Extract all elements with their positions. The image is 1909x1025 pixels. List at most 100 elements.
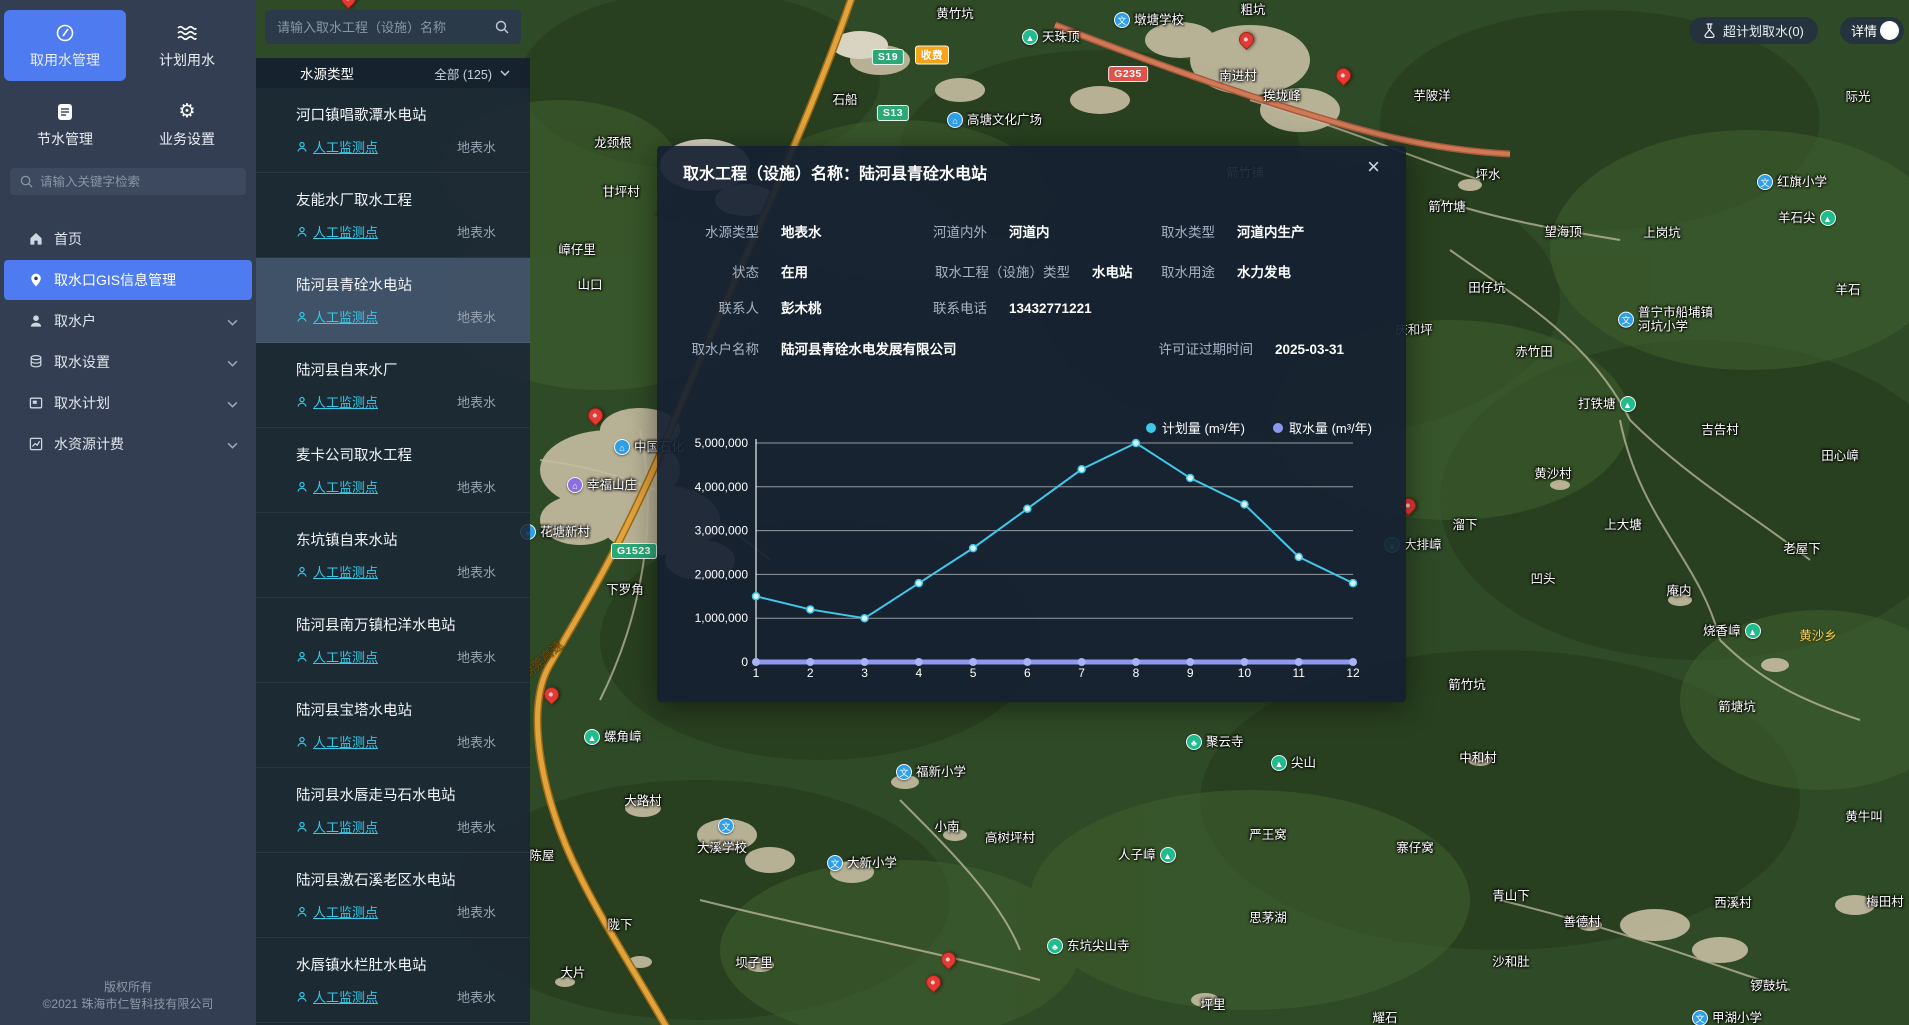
map-label: 赤竹田 bbox=[1515, 345, 1553, 359]
manual-monitor-link[interactable]: 人工监测点 bbox=[296, 137, 378, 156]
chevron-down-icon bbox=[227, 395, 238, 411]
app-tile-settings[interactable]: ⚙ 业务设置 bbox=[126, 89, 248, 160]
station-name: 陆河县激石溪老区水电站 bbox=[296, 869, 496, 890]
overplan-intake-button[interactable]: 超计划取水(0) bbox=[1689, 17, 1818, 44]
map-label: 烧香嶂▲ bbox=[1703, 623, 1761, 639]
home-icon bbox=[28, 231, 44, 247]
keyword-search-input[interactable] bbox=[40, 175, 236, 189]
sidebar-item-1[interactable]: 取水口GIS信息管理 bbox=[4, 260, 252, 300]
sidebar-item-0[interactable]: 首页 bbox=[4, 219, 252, 259]
map-label: ▲天珠顶 bbox=[1022, 29, 1080, 45]
map-label: 山口 bbox=[577, 278, 602, 292]
station-list-item[interactable]: 友能水厂取水工程人工监测点地表水 bbox=[256, 173, 530, 258]
manual-monitor-link[interactable]: 人工监测点 bbox=[296, 732, 378, 751]
db-icon bbox=[28, 354, 44, 370]
person-icon bbox=[296, 311, 308, 323]
map-label: 人子嶂▲ bbox=[1118, 847, 1176, 863]
search-icon[interactable] bbox=[495, 20, 509, 34]
map-label: 坪水 bbox=[1475, 168, 1500, 182]
school-poi-icon: 文 bbox=[827, 855, 843, 871]
station-list-item[interactable]: 陆河县宝塔水电站人工监测点地表水 bbox=[256, 683, 530, 768]
card-icon bbox=[28, 395, 44, 411]
manual-monitor-link[interactable]: 人工监测点 bbox=[296, 817, 378, 836]
station-list-item[interactable]: 麦卡公司取水工程人工监测点地表水 bbox=[256, 428, 530, 513]
app-tile-water-intake[interactable]: 取用水管理 bbox=[4, 10, 126, 81]
station-list-item[interactable]: 水唇镇水栏肚水电站人工监测点地表水 bbox=[256, 938, 530, 1023]
gear-icon: ⚙ bbox=[178, 101, 195, 123]
manual-monitor-link[interactable]: 人工监测点 bbox=[296, 392, 378, 411]
map-label-text: 善德村 bbox=[1563, 915, 1601, 929]
detail-toggle[interactable]: 详情 bbox=[1840, 17, 1904, 44]
svg-text:5: 5 bbox=[970, 666, 977, 680]
map-label-text: 山口 bbox=[577, 278, 602, 292]
mtn-poi-icon: ▲ bbox=[1271, 755, 1287, 771]
manual-monitor-link[interactable]: 人工监测点 bbox=[296, 307, 378, 326]
manual-monitor-link[interactable]: 人工监测点 bbox=[296, 477, 378, 496]
station-list-item[interactable]: 陆河县自来水厂人工监测点地表水 bbox=[256, 343, 530, 428]
app-tile-water-saving[interactable]: 节水管理 bbox=[4, 89, 126, 160]
manual-monitor-link[interactable]: 人工监测点 bbox=[296, 647, 378, 666]
map-label: 沙和肚 bbox=[1492, 955, 1530, 969]
mtn-poi-icon: ▲ bbox=[1745, 623, 1761, 639]
gas-poi-icon: ⌂ bbox=[614, 439, 630, 455]
svg-text:4,000,000: 4,000,000 bbox=[695, 480, 749, 494]
map-label-text: 坝子里 bbox=[735, 956, 773, 970]
app-tile-planned-water[interactable]: 计划用水 bbox=[126, 10, 248, 81]
map-label-text: 大溪学校 bbox=[697, 841, 747, 855]
map-label-text: 甲湖小学 bbox=[1712, 1011, 1762, 1025]
pin-icon bbox=[28, 272, 44, 288]
field-value: 2025-03-31 bbox=[1275, 341, 1344, 358]
map-label-text: 人子嶂 bbox=[1118, 848, 1156, 862]
map-label: 大片 bbox=[560, 966, 585, 980]
map-label-text: 黄沙乡 bbox=[1799, 629, 1837, 643]
map-label-text: 际光 bbox=[1845, 90, 1870, 104]
sidebar-item-3[interactable]: 取水设置 bbox=[4, 342, 252, 382]
user-icon bbox=[28, 313, 44, 329]
water-source-label: 地表水 bbox=[457, 902, 496, 921]
map-label-text: 石船 bbox=[832, 93, 857, 107]
station-list-item[interactable]: 河口镇唱歌潭水电站人工监测点地表水 bbox=[256, 88, 530, 173]
water-clock-icon bbox=[55, 22, 75, 44]
sidebar-item-2[interactable]: 取水户 bbox=[4, 301, 252, 341]
map-label-text: 红旗小学 bbox=[1777, 175, 1827, 189]
map-label-text: 庵内 bbox=[1666, 584, 1691, 598]
close-icon[interactable]: × bbox=[1367, 156, 1380, 178]
map-label: ⌂幸福山庄 bbox=[567, 477, 637, 493]
map-label-text: 大路村 bbox=[624, 794, 662, 808]
map-label: 思茅湖 bbox=[1249, 911, 1287, 925]
map-label-text: 赤竹田 bbox=[1515, 345, 1553, 359]
station-list-item[interactable]: 陆河县水唇走马石水电站人工监测点地表水 bbox=[256, 768, 530, 853]
map-label-text: 挨垅峰 bbox=[1263, 89, 1301, 103]
map-label: 陈屋 bbox=[529, 849, 554, 863]
map-label: 黄竹坑 bbox=[936, 7, 974, 21]
water-source-label: 地表水 bbox=[457, 392, 496, 411]
field-value: 河道内 bbox=[1009, 224, 1050, 241]
manual-monitor-link[interactable]: 人工监测点 bbox=[296, 562, 378, 581]
station-search-input[interactable] bbox=[277, 20, 487, 35]
svg-text:3: 3 bbox=[861, 666, 868, 680]
monitor-type-label: 人工监测点 bbox=[313, 647, 378, 666]
road-badge: S13 bbox=[877, 105, 909, 121]
sidebar-item-5[interactable]: 水资源计费 bbox=[4, 424, 252, 464]
road-badge: G235 bbox=[1108, 66, 1148, 82]
monitor-type-label: 人工监测点 bbox=[313, 902, 378, 921]
flask-icon bbox=[1703, 23, 1716, 38]
map-label: 南进村 bbox=[1219, 69, 1257, 83]
manual-monitor-link[interactable]: 人工监测点 bbox=[296, 987, 378, 1006]
field-label: 联系人 bbox=[657, 300, 759, 317]
station-name: 友能水厂取水工程 bbox=[296, 189, 496, 210]
station-list-item[interactable]: 陆河县激石溪老区水电站人工监测点 地表水 bbox=[256, 853, 530, 938]
sidebar-item-4[interactable]: 取水计划 bbox=[4, 383, 252, 423]
map-label: 文普宁市船埔镇 河坑小学 bbox=[1618, 306, 1713, 335]
map-label: 中和村 bbox=[1459, 751, 1497, 765]
manual-monitor-link[interactable]: 人工监测点 bbox=[296, 222, 378, 241]
manual-monitor-link[interactable]: 人工监测点 bbox=[296, 902, 378, 921]
station-list-item[interactable]: 陆河县南万镇杞洋水电站人工监测点地表水 bbox=[256, 598, 530, 683]
station-list-item[interactable]: 陆河县青硂水电站人工监测点地表水 bbox=[256, 258, 530, 343]
map-label: 黄沙乡 bbox=[1799, 629, 1837, 643]
station-list-item[interactable]: 东坑镇自来水站人工监测点地表水 bbox=[256, 513, 530, 598]
filter-value-dropdown[interactable]: 全部 (125) bbox=[434, 64, 510, 83]
map-label: 龙颈根 bbox=[594, 136, 632, 150]
map-label: 石船 bbox=[832, 93, 857, 107]
map-label-text: 东坑尖山寺 bbox=[1067, 939, 1130, 953]
